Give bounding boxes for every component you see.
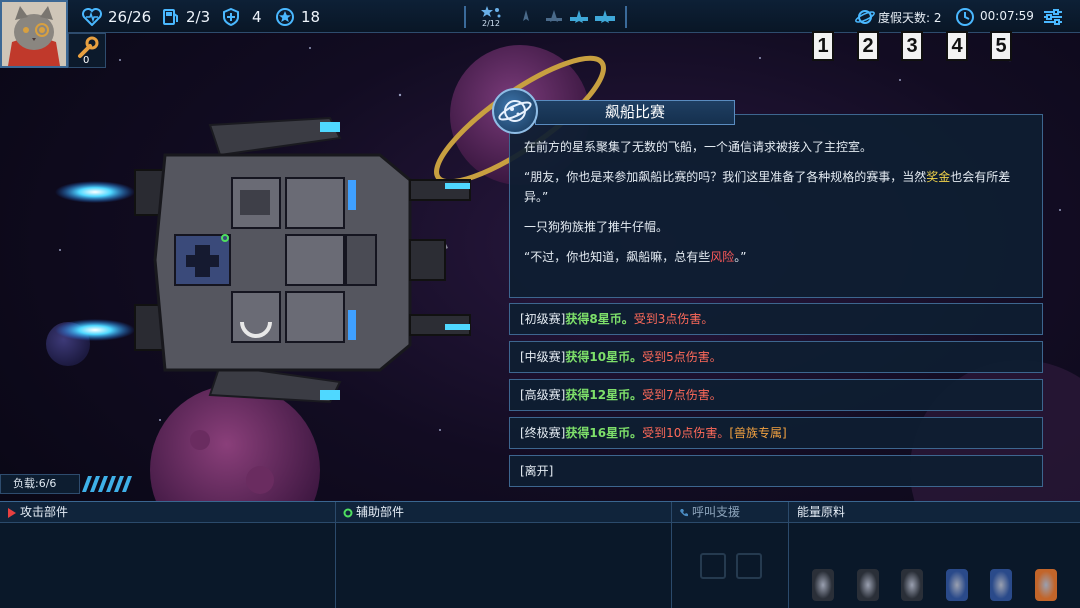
event-title: 飙船比赛 bbox=[535, 100, 735, 125]
topbar-divider bbox=[625, 6, 627, 28]
captain-avatar[interactable] bbox=[0, 0, 68, 68]
attack-parts-section[interactable]: 攻击部件 bbox=[0, 502, 336, 608]
energy-slot-3[interactable]: 3 bbox=[901, 31, 923, 61]
option-damage: 受到10点伤害。 bbox=[642, 426, 730, 440]
event-text: “朋友，你也是来参加飙船比赛的吗？我们这里准备了各种规格的赛事，当然 bbox=[524, 170, 927, 184]
option-tag: [初级赛] bbox=[520, 312, 566, 326]
vacation-days: 度假天数: 2 bbox=[878, 11, 942, 25]
attack-arrow-icon bbox=[8, 508, 16, 518]
attack-parts-header: 攻击部件 bbox=[0, 502, 335, 523]
call-support-section[interactable]: 呼叫支援 bbox=[672, 502, 789, 608]
shield-value: 4 bbox=[252, 8, 262, 26]
option-damage: 受到7点伤害。 bbox=[642, 388, 722, 402]
support-home-icon[interactable] bbox=[736, 553, 762, 579]
option-tag: [终极赛] bbox=[520, 426, 566, 440]
repair-tool-count: 0 bbox=[83, 55, 90, 66]
shield-icon bbox=[223, 8, 239, 26]
energy-card[interactable] bbox=[1035, 569, 1057, 601]
attack-parts-label: 攻击部件 bbox=[20, 505, 69, 519]
cat-captain-portrait bbox=[2, 2, 66, 66]
clock-icon bbox=[956, 8, 974, 26]
energy-label: 能量原料 bbox=[797, 505, 846, 519]
event-text: “不过，你也知道，飙船嘛，总有些 bbox=[524, 250, 711, 264]
repair-tool-slot[interactable]: 0 bbox=[68, 33, 106, 68]
star-coin-icon bbox=[276, 8, 294, 26]
planet-icon bbox=[498, 100, 532, 122]
vacation-planet-icon bbox=[855, 10, 875, 24]
star-coin-stat: 18 bbox=[275, 7, 320, 27]
option-intermediate-race[interactable]: [中级赛] 获得10星币。 受到5点伤害。 bbox=[509, 341, 1043, 373]
event-paragraph: 一只狗狗族推了推牛仔帽。 bbox=[524, 220, 669, 234]
energy-card[interactable] bbox=[946, 569, 968, 601]
option-damage: 受到5点伤害。 bbox=[642, 350, 722, 364]
option-tag: [中级赛] bbox=[520, 350, 566, 364]
option-tag: [离开] bbox=[520, 464, 554, 478]
energy-card[interactable] bbox=[990, 569, 1012, 601]
option-leave[interactable]: [离开] bbox=[509, 455, 1043, 487]
energy-card[interactable] bbox=[812, 569, 834, 601]
hull-stat: 26/26 bbox=[82, 7, 151, 27]
fuel-icon bbox=[163, 9, 178, 25]
energy-slot-2[interactable]: 2 bbox=[857, 31, 879, 61]
hull-value: 26/26 bbox=[108, 8, 152, 26]
settings-sliders-icon[interactable] bbox=[1042, 8, 1064, 26]
cargo-load: 负载:6/6 bbox=[0, 474, 80, 494]
sector-value: 2/12 bbox=[482, 19, 500, 28]
sector-progress[interactable]: 2/12 bbox=[477, 5, 505, 31]
energy-slot-4[interactable]: 4 bbox=[946, 31, 968, 61]
load-bar bbox=[82, 476, 132, 492]
support-circle-icon bbox=[343, 508, 353, 518]
fighter-ship-icon[interactable] bbox=[518, 9, 534, 25]
energy-card[interactable] bbox=[901, 569, 923, 601]
option-reward: 获得8星币。 bbox=[565, 312, 634, 326]
option-reward: 获得16星币。 bbox=[565, 426, 643, 440]
option-reward: 获得12星币。 bbox=[565, 388, 643, 402]
event-paragraph: 在前方的星系聚集了无数的飞船，一个通信请求被接入了主控室。 bbox=[524, 140, 873, 154]
support-parts-header: 辅助部件 bbox=[336, 502, 671, 523]
shield-stat: 4 bbox=[222, 7, 262, 27]
topbar-divider bbox=[464, 6, 466, 28]
support-parts-section[interactable]: 辅助部件 bbox=[336, 502, 672, 608]
event-text: 。” bbox=[734, 250, 747, 264]
corvette-ship-icon[interactable] bbox=[545, 9, 563, 25]
energy-slot-5[interactable]: 5 bbox=[990, 31, 1012, 61]
option-damage: 受到3点伤害。 bbox=[633, 312, 714, 326]
energy-slot-1[interactable]: 1 bbox=[812, 31, 834, 61]
player-spaceship bbox=[55, 116, 471, 404]
option-ultimate-race[interactable]: [终极赛] 获得16星币。 受到10点伤害。 [兽族专属] bbox=[509, 417, 1043, 449]
option-beginner-race[interactable]: [初级赛] 获得8星币。 受到3点伤害。 bbox=[509, 303, 1043, 335]
highlight-risk: 风险 bbox=[710, 250, 735, 264]
fuel-value: 2/3 bbox=[186, 8, 211, 26]
cruiser-ship-icon[interactable] bbox=[569, 9, 589, 25]
fuel-stat: 2/3 bbox=[162, 7, 210, 27]
event-description-panel: 在前方的星系聚集了无数的飞船，一个通信请求被接入了主控室。 “朋友，你也是来参加… bbox=[509, 114, 1043, 298]
event-paragraph: “朋友，你也是来参加飙船比赛的吗？我们这里准备了各种规格的赛事，当然奖金也会有所… bbox=[524, 167, 1028, 207]
event-paragraph: “不过，你也知道，飙船嘛，总有些风险。” bbox=[524, 247, 1028, 267]
support-parts-label: 辅助部件 bbox=[356, 505, 405, 519]
energy-card[interactable] bbox=[857, 569, 879, 601]
energy-header: 能量原料 bbox=[789, 502, 1080, 523]
option-advanced-race[interactable]: [高级赛] 获得12星币。 受到7点伤害。 bbox=[509, 379, 1043, 411]
option-tag: [高级赛] bbox=[520, 388, 566, 402]
planet-event-icon bbox=[492, 88, 538, 134]
phone-icon bbox=[680, 509, 688, 517]
highlight-reward: 奖金 bbox=[926, 170, 951, 184]
call-support-header: 呼叫支援 bbox=[672, 502, 788, 523]
elapsed-time: 00:07:59 bbox=[980, 9, 1034, 23]
option-reward: 获得10星币。 bbox=[565, 350, 643, 364]
call-support-label: 呼叫支援 bbox=[692, 505, 741, 519]
heart-icon bbox=[82, 8, 102, 26]
support-card-icon[interactable] bbox=[700, 553, 726, 579]
option-exclusive-tag: [兽族专属] bbox=[729, 426, 787, 440]
battleship-icon[interactable] bbox=[594, 9, 616, 25]
star-coin-value: 18 bbox=[301, 8, 321, 26]
